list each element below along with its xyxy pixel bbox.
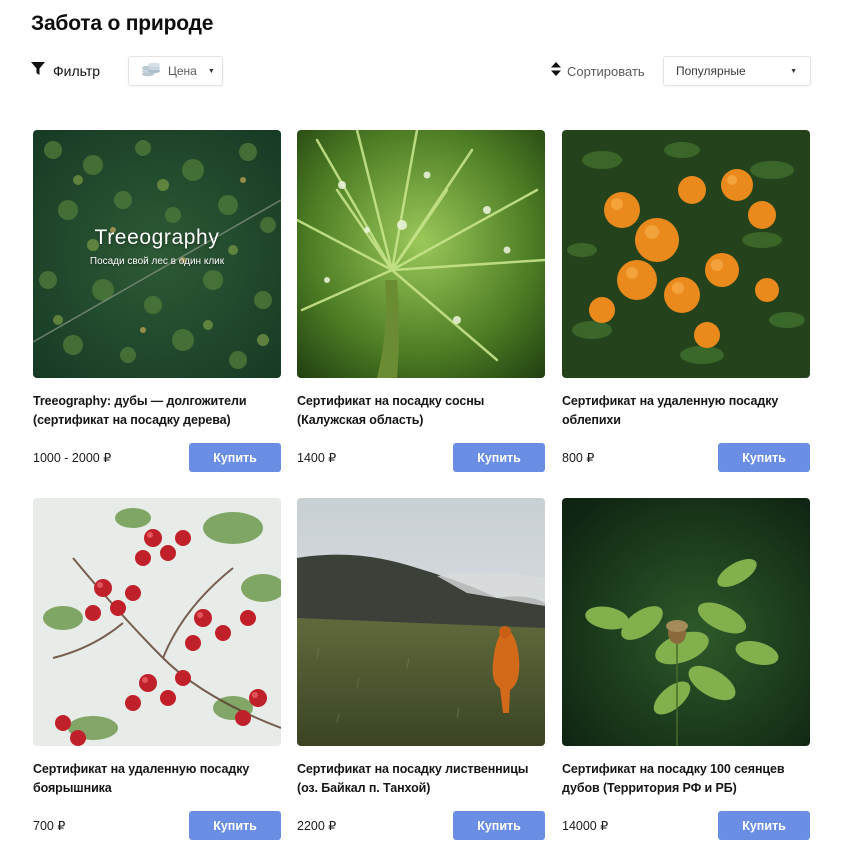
filter-icon [31,61,45,81]
product-card: Сертификат на посадку сосны (Калужская о… [297,130,545,472]
price-filter-button[interactable]: Цена ▼ [128,56,223,86]
product-title[interactable]: Сертификат на посадку сосны (Калужская о… [297,392,545,430]
product-title[interactable]: Сертификат на удаленную посадку облепихи [562,392,810,430]
coins-icon [141,61,161,82]
sort-select[interactable]: Популярные ▼ [663,56,811,86]
product-price: 14000 ₽ [562,819,609,833]
product-image[interactable] [33,498,281,746]
product-card: Сертификат на удаленную посадку боярышни… [33,498,281,840]
chevron-down-icon: ▼ [207,67,215,75]
product-price: 2200 ₽ [297,819,337,833]
overlay-title: Treeography [94,226,220,249]
product-card: Сертификат на посадку 100 сеянцев дубов … [562,498,810,840]
price-filter-label: Цена [168,64,197,78]
sort-select-value: Популярные [676,64,746,78]
product-image[interactable] [297,130,545,378]
chevron-down-icon: ▼ [790,67,797,75]
buy-button[interactable]: Купить [453,811,545,840]
product-image[interactable] [297,498,545,746]
product-card: Treeography Посади свой лес в один клик … [33,130,281,472]
product-title[interactable]: Сертификат на удаленную посадку боярышни… [33,760,281,798]
product-price: 1400 ₽ [297,451,337,465]
buy-button[interactable]: Купить [189,811,281,840]
overlay-subtitle: Посади свой лес в один клик [89,256,225,267]
product-title[interactable]: Сертификат на посадку лиственницы (оз. Б… [297,760,545,798]
product-title[interactable]: Сертификат на посадку 100 сеянцев дубов … [562,760,810,798]
buy-button[interactable]: Купить [718,443,810,472]
product-card: Сертификат на удаленную посадку облепихи… [562,130,810,472]
sort-icon [551,61,561,81]
product-image[interactable]: Treeography Посади свой лес в один клик [33,130,281,378]
buy-button[interactable]: Купить [718,811,810,840]
product-price: 700 ₽ [33,819,66,833]
product-card: Сертификат на посадку лиственницы (оз. Б… [297,498,545,840]
buy-button[interactable]: Купить [189,443,281,472]
product-image[interactable] [562,498,810,746]
filter-label: Фильтр [53,63,101,79]
product-price: 800 ₽ [562,451,595,465]
buy-button[interactable]: Купить [453,443,545,472]
sort-label: Сортировать [567,63,645,79]
toolbar: Фильтр Цена ▼ Сортировать Популярные ▼ [0,0,852,100]
product-price: 1000 - 2000 ₽ [33,451,112,465]
sort-toggle[interactable]: Сортировать [551,60,645,82]
product-image[interactable] [562,130,810,378]
product-title[interactable]: Treeography: дубы — долгожители (сертифи… [33,392,281,430]
filter-button[interactable]: Фильтр [31,60,100,82]
